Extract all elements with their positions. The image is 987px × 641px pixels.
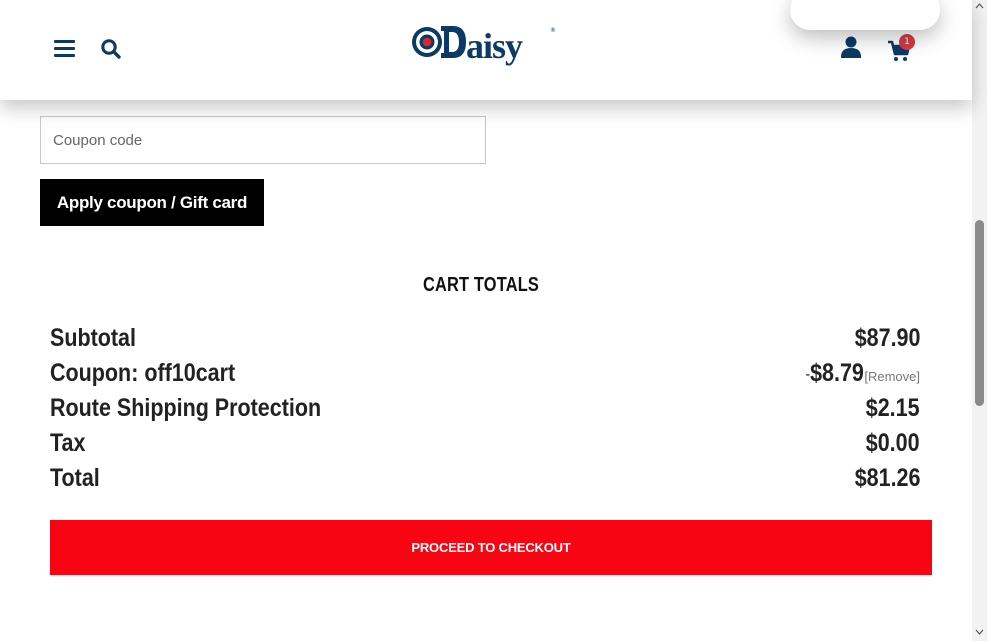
cart-count-badge: 1	[899, 34, 915, 50]
tax-label: Tax	[50, 429, 86, 457]
scroll-down-arrow-icon[interactable]	[975, 628, 984, 636]
user-account-icon[interactable]	[840, 35, 862, 59]
proceed-to-checkout-button[interactable]: PROCEED TO CHECKOUT	[50, 520, 932, 575]
tax-value: $0.00	[866, 429, 920, 457]
subtotal-label: Subtotal	[50, 324, 136, 352]
coupon-discount-value: $8.79	[810, 359, 865, 387]
route-shipping-row: Route Shipping Protection $2.15	[50, 394, 920, 429]
route-shipping-label: Route Shipping Protection	[50, 394, 322, 422]
coupon-label: Coupon: off10cart	[50, 359, 236, 387]
page-scrollbar[interactable]	[972, 0, 987, 641]
cart-page: aisy ® 1 Apply coupon / Gift card CART T…	[0, 0, 987, 641]
coupon-code-input[interactable]	[40, 116, 486, 164]
total-row: Total $81.26	[50, 464, 920, 499]
subtotal-value: $87.90	[854, 324, 920, 352]
overlay-popup-shadow	[790, 0, 940, 30]
remove-coupon-link[interactable]: [Remove]	[864, 369, 920, 384]
svg-text:aisy: aisy	[466, 26, 523, 66]
svg-text:®: ®	[550, 27, 556, 34]
scroll-up-arrow-icon[interactable]	[975, 2, 984, 10]
coupon-amount-group: -$8.79 [Remove]	[796, 359, 920, 388]
route-shipping-value: $2.15	[866, 394, 920, 422]
daisy-logo[interactable]: aisy ®	[408, 20, 558, 78]
total-value: $81.26	[854, 464, 920, 492]
cart-totals-title: CART TOTALS	[422, 274, 539, 296]
hamburger-menu-icon[interactable]	[54, 40, 76, 58]
subtotal-row: Subtotal $87.90	[50, 324, 920, 359]
coupon-row: Coupon: off10cart -$8.79 [Remove]	[50, 359, 920, 394]
scrollbar-thumb[interactable]	[975, 220, 984, 406]
search-icon[interactable]	[99, 37, 123, 61]
total-label: Total	[50, 464, 100, 492]
apply-coupon-button[interactable]: Apply coupon / Gift card	[40, 179, 264, 226]
tax-row: Tax $0.00	[50, 429, 920, 464]
